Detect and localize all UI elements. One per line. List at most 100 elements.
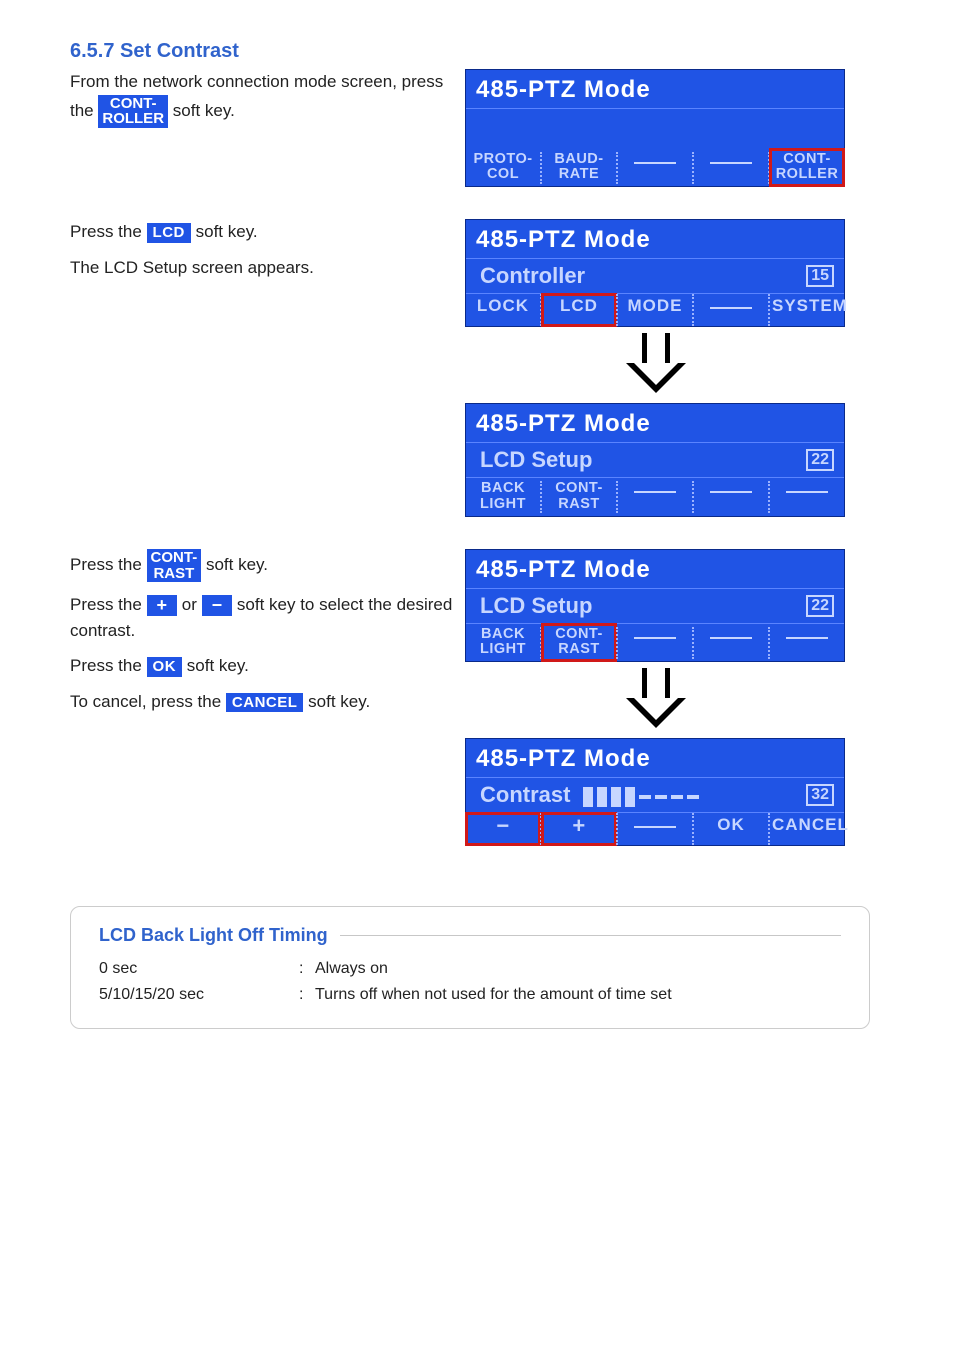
lcd3b-index: 22 bbox=[806, 595, 834, 617]
lcd1-title: 485-PTZ Mode bbox=[466, 70, 844, 109]
lcd2-softkeys: LOCK LCD MODE SYSTEM bbox=[466, 294, 844, 326]
sk-ok[interactable]: OK bbox=[694, 813, 768, 845]
chip-lcd: LCD bbox=[147, 223, 191, 243]
chip-contrast: CONT- RAST bbox=[147, 549, 202, 583]
lcd-panel-3b: 485-PTZ Mode LCD Setup 22 BACK LIGHT CON… bbox=[465, 549, 845, 662]
step3-l3a: Press the bbox=[70, 656, 147, 675]
lcd4-softkeys: − + OK CANCEL bbox=[466, 813, 844, 845]
lcd3b-sub: LCD Setup 22 bbox=[466, 589, 844, 624]
arrow-down-icon bbox=[626, 333, 686, 393]
chip-minus: − bbox=[202, 595, 233, 616]
chip-controller: CONT- ROLLER bbox=[98, 95, 168, 129]
chip-ok: OK bbox=[147, 657, 183, 677]
sk-system[interactable]: SYSTEM bbox=[770, 294, 844, 326]
step1-text: From the network connection mode screen,… bbox=[70, 69, 465, 128]
lcd4-sub-label: Contrast bbox=[480, 782, 570, 807]
sk-empty bbox=[618, 149, 692, 186]
meter-segment bbox=[625, 787, 635, 807]
contrast-meter bbox=[583, 787, 699, 807]
step3-l4b: soft key. bbox=[308, 692, 370, 711]
step3-line-2: Press the + or − soft key to select the … bbox=[70, 592, 465, 643]
lcd-panel-4: 485-PTZ Mode Contrast 32 − + OK bbox=[465, 738, 845, 846]
step3-l2a: Press the bbox=[70, 595, 147, 614]
lcd1-spacer bbox=[466, 109, 844, 149]
arrow-down-1 bbox=[465, 327, 847, 403]
step3-line-1: Press the CONT- RAST soft key. bbox=[70, 549, 465, 583]
sk-empty bbox=[770, 624, 844, 661]
sk-baudrate[interactable]: BAUD- RATE bbox=[542, 149, 616, 186]
section-heading: 6.5.7 Set Contrast bbox=[70, 40, 899, 63]
meter-segment bbox=[639, 795, 651, 799]
sk-controller[interactable]: CONT- ROLLER bbox=[770, 149, 844, 186]
sk-empty bbox=[694, 478, 768, 515]
sk-lcd[interactable]: LCD bbox=[542, 294, 616, 326]
sk-backlight[interactable]: BACK LIGHT bbox=[466, 624, 540, 661]
step3-line-3: Press the OK soft key. bbox=[70, 653, 465, 679]
lcd3-index: 22 bbox=[806, 449, 834, 471]
timing-card: LCD Back Light Off Timing 0 sec : Always… bbox=[70, 906, 870, 1029]
sk-empty bbox=[694, 294, 768, 326]
lcd3b-title: 485-PTZ Mode bbox=[466, 550, 844, 589]
arrow-down-icon bbox=[626, 668, 686, 728]
lcd3b-softkeys: BACK LIGHT CONT- RAST bbox=[466, 624, 844, 661]
lcd3-softkeys: BACK LIGHT CONT- RAST bbox=[466, 478, 844, 515]
sk-contrast[interactable]: CONT- RAST bbox=[542, 624, 616, 661]
meter-segment bbox=[671, 795, 683, 799]
sk-cancel[interactable]: CANCEL bbox=[770, 813, 844, 845]
sk-empty bbox=[694, 149, 768, 186]
step3-l1-suffix: soft key. bbox=[206, 555, 268, 574]
lcd-panel-3: 485-PTZ Mode LCD Setup 22 BACK LIGHT CON… bbox=[465, 403, 845, 516]
step-2-row: Press the LCD soft key. The LCD Setup sc… bbox=[70, 219, 899, 516]
sk-empty bbox=[618, 478, 692, 515]
lcd2-sub-label: Controller bbox=[480, 263, 585, 289]
step2-line-b: The LCD Setup screen appears. bbox=[70, 255, 465, 281]
lcd4-index: 32 bbox=[806, 784, 834, 806]
lcd4-sub: Contrast 32 bbox=[466, 778, 844, 813]
lcd-panel-1: 485-PTZ Mode PROTO- COL BAUD- RATE CONT-… bbox=[465, 69, 845, 187]
lcd4-title: 485-PTZ Mode bbox=[466, 739, 844, 778]
lcd2-index: 15 bbox=[806, 265, 834, 287]
step3-line-4: To cancel, press the CANCEL soft key. bbox=[70, 689, 465, 715]
meter-segment bbox=[583, 787, 593, 807]
sk-empty bbox=[618, 624, 692, 661]
step-1-row: From the network connection mode screen,… bbox=[70, 69, 899, 187]
arrow-down-2 bbox=[465, 662, 847, 738]
timing-grid: 0 sec : Always on 5/10/15/20 sec : Turns… bbox=[99, 960, 841, 1004]
lcd2-sub: Controller 15 bbox=[466, 259, 844, 294]
step1-suffix: soft key. bbox=[173, 101, 235, 120]
step3-l3b: soft key. bbox=[187, 656, 249, 675]
timing-colon: : bbox=[299, 986, 315, 1004]
sk-mode[interactable]: MODE bbox=[618, 294, 692, 326]
sk-empty bbox=[770, 478, 844, 515]
sk-backlight[interactable]: BACK LIGHT bbox=[466, 478, 540, 515]
lcd2-title: 485-PTZ Mode bbox=[466, 220, 844, 259]
timing-key-1: 5/10/15/20 sec bbox=[99, 986, 299, 1004]
chip-cancel: CANCEL bbox=[226, 693, 304, 713]
timing-val-1: Turns off when not used for the amount o… bbox=[315, 986, 841, 1004]
meter-segment bbox=[597, 787, 607, 807]
sk-minus[interactable]: − bbox=[466, 813, 540, 845]
lcd1-softkeys: PROTO- COL BAUD- RATE CONT- ROLLER bbox=[466, 149, 844, 186]
lcd3-title: 485-PTZ Mode bbox=[466, 404, 844, 443]
step2-prefix: Press the bbox=[70, 222, 147, 241]
sk-contrast[interactable]: CONT- RAST bbox=[542, 478, 616, 515]
timing-title: LCD Back Light Off Timing bbox=[99, 925, 841, 946]
meter-segment bbox=[655, 795, 667, 799]
sk-lock[interactable]: LOCK bbox=[466, 294, 540, 326]
sk-plus[interactable]: + bbox=[542, 813, 616, 845]
timing-key-0: 0 sec bbox=[99, 960, 299, 978]
sk-empty bbox=[694, 624, 768, 661]
step2-line-a: Press the LCD soft key. bbox=[70, 219, 465, 245]
step2-suffix: soft key. bbox=[196, 222, 258, 241]
lcd3-sub: LCD Setup 22 bbox=[466, 443, 844, 478]
sk-protocol[interactable]: PROTO- COL bbox=[466, 149, 540, 186]
lcd3b-sub-label: LCD Setup bbox=[480, 593, 592, 619]
timing-colon: : bbox=[299, 960, 315, 978]
lcd3-sub-label: LCD Setup bbox=[480, 447, 592, 473]
rule-icon bbox=[340, 935, 841, 936]
step3-l2b: or bbox=[182, 595, 202, 614]
sk-empty bbox=[618, 813, 692, 845]
lcd-panel-2: 485-PTZ Mode Controller 15 LOCK LCD MODE… bbox=[465, 219, 845, 327]
chip-plus: + bbox=[147, 595, 178, 616]
step3-l1-prefix: Press the bbox=[70, 555, 147, 574]
